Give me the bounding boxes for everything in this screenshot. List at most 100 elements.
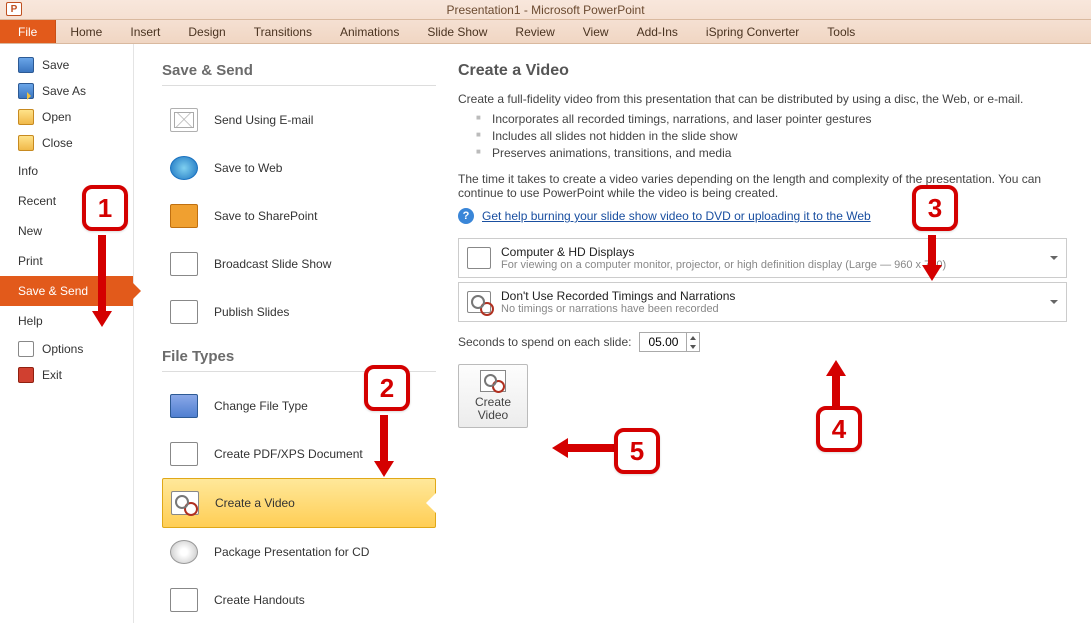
tab-insert[interactable]: Insert <box>116 20 174 43</box>
save-as-icon <box>18 83 34 99</box>
dropdown-title: Computer & HD Displays <box>501 245 946 259</box>
dropdown-resolution[interactable]: Computer & HD Displays For viewing on a … <box>458 238 1067 278</box>
item-label: Package Presentation for CD <box>214 545 369 559</box>
tab-view[interactable]: View <box>569 20 623 43</box>
button-label: Create Video <box>459 396 527 422</box>
separator <box>162 85 436 86</box>
nav-open[interactable]: Open <box>0 104 133 130</box>
create-video-button[interactable]: Create Video <box>458 364 528 428</box>
nav-label: Exit <box>42 368 62 382</box>
item-save-web[interactable]: Save to Web <box>162 144 436 192</box>
item-create-video[interactable]: Create a Video <box>162 478 436 528</box>
tab-home[interactable]: Home <box>56 20 116 43</box>
broadcast-icon <box>170 252 198 276</box>
open-icon <box>18 109 34 125</box>
nav-label: Open <box>42 110 71 124</box>
monitor-icon <box>467 247 491 269</box>
nav-info[interactable]: Info <box>0 156 133 186</box>
item-create-pdf[interactable]: Create PDF/XPS Document <box>162 430 436 478</box>
bullet-item: Preserves animations, transitions, and m… <box>476 146 1067 160</box>
item-package-cd[interactable]: Package Presentation for CD <box>162 528 436 576</box>
chevron-down-icon <box>1050 300 1058 304</box>
bullet-item: Incorporates all recorded timings, narra… <box>476 112 1067 126</box>
feature-list: Incorporates all recorded timings, narra… <box>476 112 1067 160</box>
tab-design[interactable]: Design <box>174 20 239 43</box>
nav-exit[interactable]: Exit <box>0 362 133 388</box>
nav-close[interactable]: Close <box>0 130 133 156</box>
create-video-pane: Create a Video Create a full-fidelity vi… <box>444 44 1091 623</box>
item-label: Create Handouts <box>214 593 305 607</box>
pane-intro: Create a full-fidelity video from this p… <box>458 92 1067 106</box>
nav-label: Save <box>42 58 69 72</box>
item-label: Broadcast Slide Show <box>214 257 331 271</box>
item-label: Publish Slides <box>214 305 289 319</box>
nav-save-as[interactable]: Save As <box>0 78 133 104</box>
item-label: Create PDF/XPS Document <box>214 447 363 461</box>
item-broadcast[interactable]: Broadcast Slide Show <box>162 240 436 288</box>
annotation-2: 2 <box>364 365 410 411</box>
annotation-3: 3 <box>912 185 958 231</box>
tab-transitions[interactable]: Transitions <box>240 20 326 43</box>
pane-title: Create a Video <box>458 62 1067 80</box>
seconds-label: Seconds to spend on each slide: <box>458 335 631 349</box>
nav-options[interactable]: Options <box>0 336 133 362</box>
section-heading: Save & Send <box>162 62 436 79</box>
item-label: Create a Video <box>215 496 295 510</box>
mail-icon <box>170 108 198 132</box>
annotation-5: 5 <box>614 428 660 474</box>
tab-addins[interactable]: Add-Ins <box>623 20 692 43</box>
nav-save[interactable]: Save <box>0 52 133 78</box>
bullet-item: Includes all slides not hidden in the sl… <box>476 129 1067 143</box>
spinner-down[interactable] <box>687 342 699 351</box>
tab-file[interactable]: File <box>0 20 56 43</box>
item-publish-slides[interactable]: Publish Slides <box>162 288 436 336</box>
dropdown-title: Don't Use Recorded Timings and Narration… <box>501 289 735 303</box>
options-icon <box>18 341 34 357</box>
publish-icon <box>170 300 198 324</box>
item-label: Save to SharePoint <box>214 209 317 223</box>
exit-icon <box>18 367 34 383</box>
handout-icon <box>170 588 198 612</box>
filetype-icon <box>170 394 198 418</box>
create-video-icon <box>480 370 506 392</box>
dropdown-subtitle: For viewing on a computer monitor, proje… <box>501 259 946 271</box>
app-icon: P <box>6 2 22 16</box>
close-icon <box>18 135 34 151</box>
annotation-4: 4 <box>816 406 862 452</box>
nav-save-and-send[interactable]: Save & Send <box>0 276 133 306</box>
tab-tools[interactable]: Tools <box>813 20 869 43</box>
tab-animations[interactable]: Animations <box>326 20 413 43</box>
nav-help[interactable]: Help <box>0 306 133 336</box>
sharepoint-icon <box>170 204 198 228</box>
tab-ispring[interactable]: iSpring Converter <box>692 20 813 43</box>
help-link[interactable]: Get help burning your slide show video t… <box>482 209 871 223</box>
spinner-up[interactable] <box>687 333 699 342</box>
nav-label: Close <box>42 136 73 150</box>
item-label: Send Using E-mail <box>214 113 313 127</box>
globe-icon <box>170 156 198 180</box>
tab-review[interactable]: Review <box>501 20 568 43</box>
help-icon: ? <box>458 208 474 224</box>
cd-icon <box>170 540 198 564</box>
section-heading: File Types <box>162 348 436 365</box>
tab-slideshow[interactable]: Slide Show <box>413 20 501 43</box>
backstage-nav: Save Save As Open Close Info Recent New … <box>0 44 134 623</box>
save-icon <box>18 57 34 73</box>
timing-note: The time it takes to create a video vari… <box>458 172 1067 200</box>
chevron-down-icon <box>1050 256 1058 260</box>
save-send-list: Save & Send Send Using E-mail Save to We… <box>134 44 444 623</box>
item-label: Save to Web <box>214 161 282 175</box>
title-bar: P Presentation1 - Microsoft PowerPoint <box>0 0 1091 20</box>
item-send-email[interactable]: Send Using E-mail <box>162 96 436 144</box>
item-create-handouts[interactable]: Create Handouts <box>162 576 436 624</box>
item-save-sharepoint[interactable]: Save to SharePoint <box>162 192 436 240</box>
nav-print[interactable]: Print <box>0 246 133 276</box>
video-icon <box>171 491 199 515</box>
pdf-icon <box>170 442 198 466</box>
seconds-spinner[interactable] <box>639 332 700 352</box>
dropdown-timings[interactable]: Don't Use Recorded Timings and Narration… <box>458 282 1067 322</box>
nav-label: Save As <box>42 84 86 98</box>
nav-label: Options <box>42 342 83 356</box>
seconds-input[interactable] <box>640 334 686 350</box>
ribbon-tabs: File Home Insert Design Transitions Anim… <box>0 20 1091 44</box>
